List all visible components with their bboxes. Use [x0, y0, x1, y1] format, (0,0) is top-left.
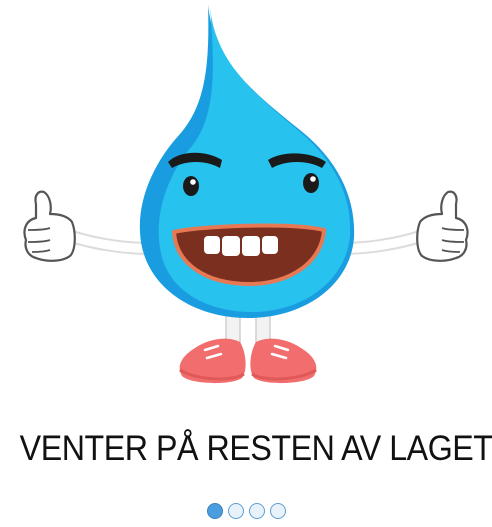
right-eye	[303, 173, 319, 193]
left-shoe	[179, 338, 246, 384]
left-eye	[183, 176, 199, 196]
waiting-screen: VENTER PÅ RESTEN AV LAGET	[0, 0, 492, 527]
waiting-status-message: VENTER PÅ RESTEN AV LAGET	[19, 429, 492, 468]
pagination-dot-2[interactable]	[227, 503, 244, 519]
water-drop-mascot-icon	[23, 5, 469, 384]
pagination-dot-3[interactable]	[248, 503, 265, 519]
pagination-dots	[0, 503, 492, 525]
left-thumbs-up-icon	[23, 190, 76, 262]
pagination-dot-4[interactable]	[269, 503, 286, 519]
right-shoe	[250, 338, 317, 384]
right-thumbs-up-icon	[416, 190, 469, 262]
pagination-dot-1[interactable]	[206, 503, 223, 519]
